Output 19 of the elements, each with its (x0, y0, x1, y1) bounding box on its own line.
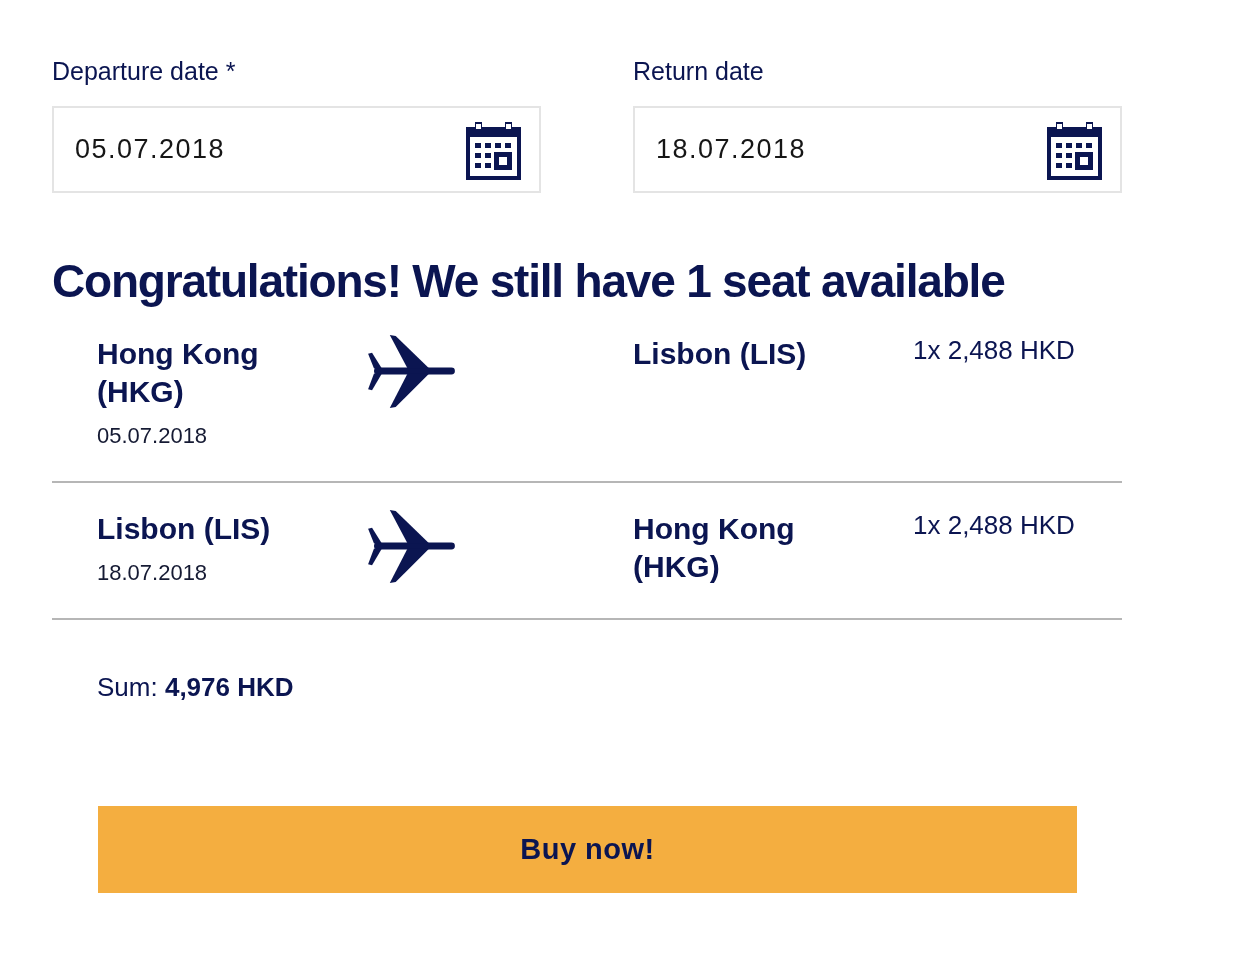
flight-date: 05.07.2018 (97, 422, 208, 450)
total-sum: Sum: 4,976 HKD (97, 671, 295, 704)
destination-city: Hong Kong (HKG) (633, 511, 796, 585)
flight-date: 18.07.2018 (97, 559, 208, 587)
buy-now-button[interactable]: Buy now! (98, 806, 1077, 893)
field-label: Return date (633, 56, 765, 86)
field-label: Departure date * (52, 56, 237, 86)
date-field[interactable]: 05.07.2018 (52, 106, 541, 193)
airplane-icon (368, 510, 455, 583)
airplane-icon (368, 335, 455, 408)
origin-city: Hong Kong (HKG) (97, 336, 260, 410)
destination-city: Lisbon (LIS) (633, 336, 807, 372)
availability-heading: Congratulations! We still have 1 seat available (52, 254, 1006, 308)
calendar-icon[interactable] (1047, 122, 1102, 180)
origin-city: Lisbon (LIS) (97, 511, 271, 547)
flight-price: 1x 2,488 HKD (913, 335, 1076, 365)
date-field[interactable]: 18.07.2018 (633, 106, 1122, 193)
flight-price: 1x 2,488 HKD (913, 510, 1076, 540)
calendar-icon[interactable] (466, 122, 521, 180)
